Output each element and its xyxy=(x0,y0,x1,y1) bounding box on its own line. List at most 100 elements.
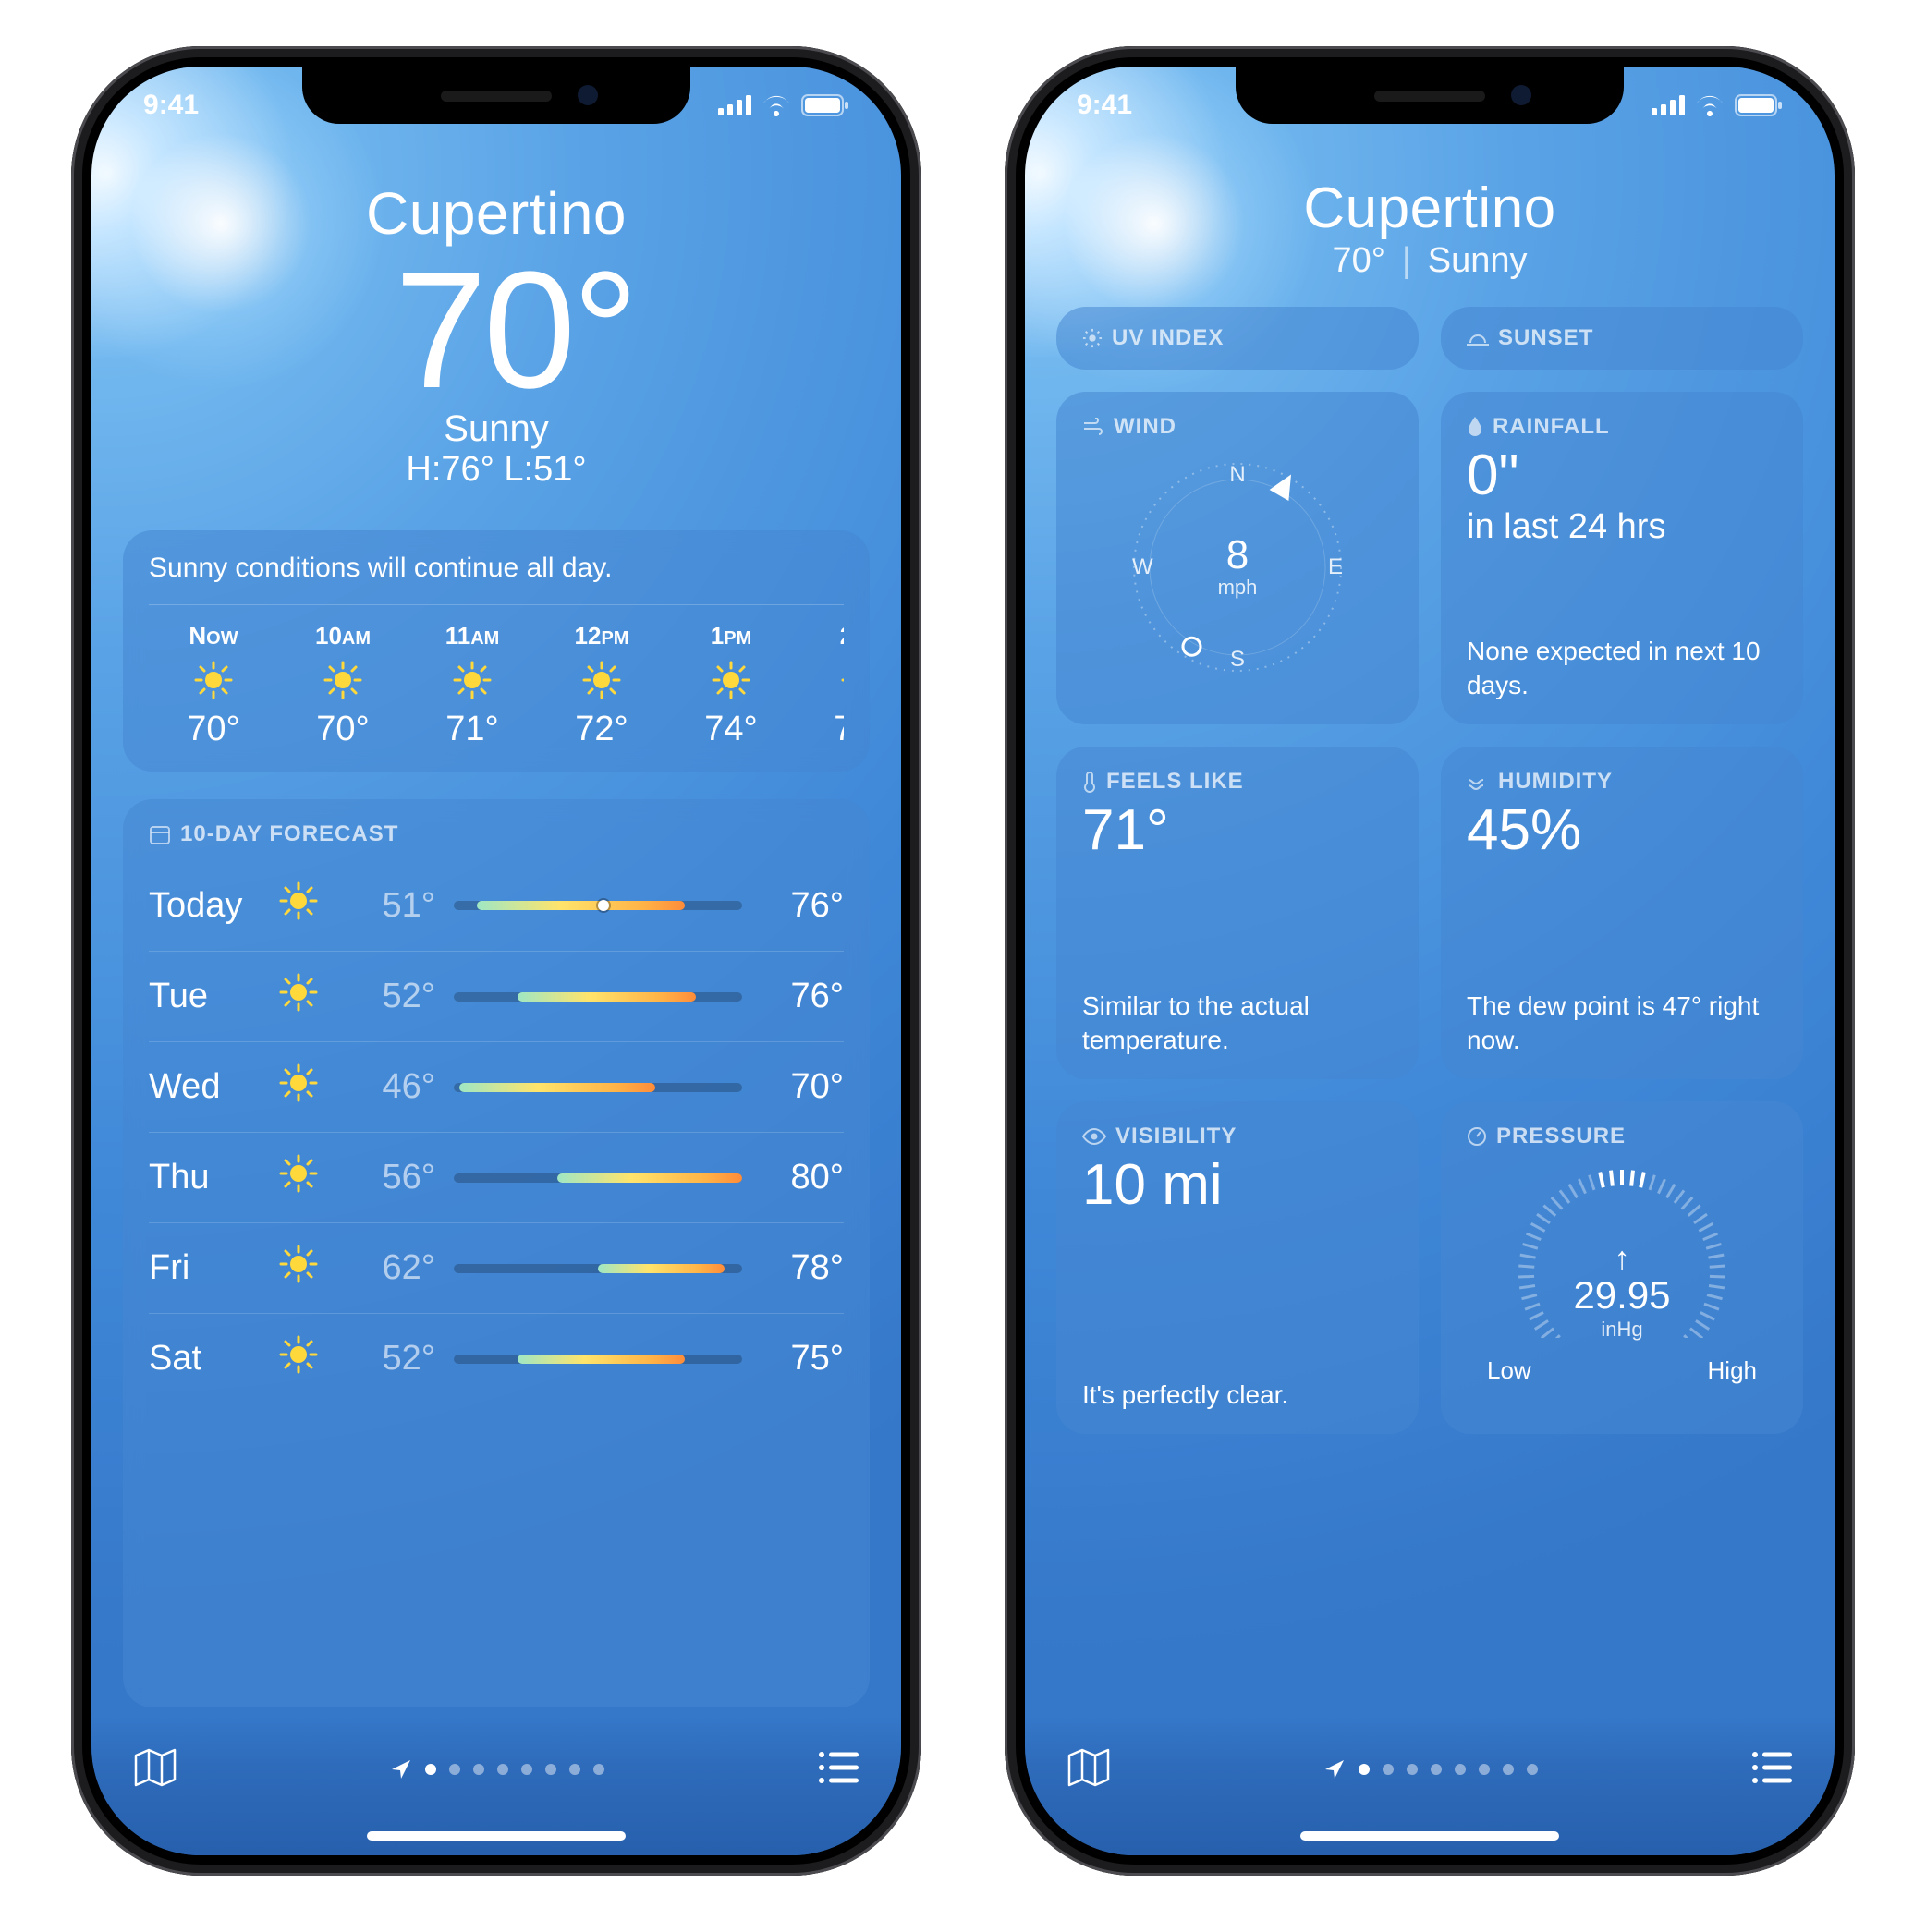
list-icon xyxy=(818,1751,859,1784)
day-condition-icon xyxy=(278,1153,352,1203)
humidity-value: 45% xyxy=(1467,800,1777,860)
hour-label: 2PM xyxy=(840,622,844,650)
hour-label: 12PM xyxy=(575,622,629,650)
sunset-icon xyxy=(1467,328,1489,348)
day-condition-icon xyxy=(278,1063,352,1112)
temp-range-bar xyxy=(454,901,742,910)
weather-screen-main[interactable]: 9:41 Cupertino 70° Sunny H:76° L:51° Sun… xyxy=(91,67,901,1855)
pressure-value: 29.95 xyxy=(1493,1273,1751,1318)
day-name: Thu xyxy=(149,1158,278,1197)
hour-temp: 72° xyxy=(575,710,628,749)
hourly-summary: Sunny conditions will continue all day. xyxy=(149,553,844,605)
battery-icon xyxy=(801,94,849,116)
rainfall-subtitle: in last 24 hrs xyxy=(1467,507,1777,547)
day-row[interactable]: Today 51° 76° xyxy=(149,860,844,951)
list-button[interactable] xyxy=(818,1751,859,1789)
hour-label: 1PM xyxy=(711,622,751,650)
day-low: 56° xyxy=(352,1158,454,1197)
ten-day-label: 10-DAY FORECAST xyxy=(149,821,844,847)
day-row[interactable]: Wed 46° 70° xyxy=(149,1041,844,1132)
hour-item[interactable]: 11AM 71° xyxy=(408,622,537,749)
humidity-note: The dew point is 47° right now. xyxy=(1467,971,1777,1057)
wind-tile[interactable]: WIND N S E W 8 mph xyxy=(1056,392,1419,724)
uv-index-tile[interactable]: UV INDEX xyxy=(1056,307,1419,370)
day-condition-icon xyxy=(278,972,352,1022)
list-icon xyxy=(1751,1751,1792,1784)
temp-range-bar xyxy=(454,1355,742,1364)
day-name: Today xyxy=(149,886,278,926)
phone-frame-left: 9:41 Cupertino 70° Sunny H:76° L:51° Sun… xyxy=(71,46,921,1876)
visibility-note: It's perfectly clear. xyxy=(1082,1360,1393,1412)
day-name: Sat xyxy=(149,1339,278,1379)
hour-item[interactable]: NOW 70° xyxy=(149,622,278,749)
hourly-forecast-module[interactable]: Sunny conditions will continue all day. … xyxy=(123,530,870,772)
current-conditions-header: Cupertino 70° Sunny H:76° L:51° xyxy=(123,179,870,490)
day-name: Wed xyxy=(149,1067,278,1107)
map-icon xyxy=(134,1748,177,1787)
status-indicators xyxy=(718,94,849,116)
location-name: Cupertino xyxy=(1056,176,1803,241)
hour-temp: 70° xyxy=(316,710,369,749)
current-condition: Sunny xyxy=(123,408,870,450)
battery-icon xyxy=(1735,94,1783,116)
gauge-icon xyxy=(1467,1126,1487,1147)
humidity-tile[interactable]: HUMIDITY 45% The dew point is 47° right … xyxy=(1441,747,1803,1079)
day-condition-icon xyxy=(278,881,352,930)
phone-frame-right: 9:41 Cupertino 70° | Sunny xyxy=(1005,46,1855,1876)
wind-icon xyxy=(1082,418,1104,436)
ten-day-forecast-module[interactable]: 10-DAY FORECAST Today 51° 76° Tue 52° 76… xyxy=(123,799,870,1707)
day-name: Tue xyxy=(149,977,278,1016)
page-indicator[interactable] xyxy=(1323,1758,1538,1780)
notch xyxy=(302,67,690,124)
list-button[interactable] xyxy=(1751,1751,1792,1789)
cellular-icon xyxy=(718,95,751,115)
location-arrow-icon xyxy=(390,1758,412,1780)
feels-like-tile[interactable]: FEELS LIKE 71° Similar to the actual tem… xyxy=(1056,747,1419,1079)
status-time: 9:41 xyxy=(143,90,199,121)
day-row[interactable]: Sat 52° 75° xyxy=(149,1313,844,1403)
hour-item[interactable]: 10AM 70° xyxy=(278,622,408,749)
hour-temp: 70° xyxy=(187,710,239,749)
wifi-icon xyxy=(1694,94,1725,116)
day-row[interactable]: Thu 56° 80° xyxy=(149,1132,844,1222)
temp-range-bar xyxy=(454,992,742,1002)
thermometer-icon xyxy=(1082,771,1097,793)
day-high: 76° xyxy=(742,886,844,926)
wifi-icon xyxy=(761,94,792,116)
hour-item[interactable]: 1PM 74° xyxy=(666,622,796,749)
calendar-icon xyxy=(149,823,171,845)
rainfall-note: None expected in next 10 days. xyxy=(1467,616,1777,702)
sunset-tile[interactable]: SUNSET xyxy=(1441,307,1803,370)
rainfall-value: 0" xyxy=(1467,445,1777,505)
status-time: 9:41 xyxy=(1077,90,1132,121)
map-button[interactable] xyxy=(134,1748,177,1792)
home-indicator[interactable] xyxy=(367,1831,626,1841)
pressure-low-label: Low xyxy=(1487,1356,1531,1385)
day-low: 52° xyxy=(352,977,454,1016)
day-row[interactable]: Fri 62° 78° xyxy=(149,1222,844,1313)
wind-unit: mph xyxy=(1218,576,1258,600)
day-low: 52° xyxy=(352,1339,454,1379)
day-high: 78° xyxy=(742,1248,844,1288)
pressure-tile[interactable]: PRESSURE ↑ 29.95 inHg Low xyxy=(1441,1101,1803,1434)
weather-screen-detail[interactable]: 9:41 Cupertino 70° | Sunny xyxy=(1025,67,1835,1855)
visibility-tile[interactable]: VISIBILITY 10 mi It's perfectly clear. xyxy=(1056,1101,1419,1434)
day-name: Fri xyxy=(149,1248,278,1288)
home-indicator[interactable] xyxy=(1300,1831,1559,1841)
day-low: 51° xyxy=(352,886,454,926)
page-indicator[interactable] xyxy=(390,1758,604,1780)
hour-label: NOW xyxy=(189,622,238,650)
rainfall-tile[interactable]: RAINFALL 0" in last 24 hrs None expected… xyxy=(1441,392,1803,724)
current-temperature: 70° xyxy=(160,248,870,414)
pressure-unit: inHg xyxy=(1493,1318,1751,1342)
feels-like-value: 71° xyxy=(1082,800,1393,860)
hour-item[interactable]: 12PM 72° xyxy=(537,622,666,749)
visibility-value: 10 mi xyxy=(1082,1155,1393,1215)
hour-item[interactable]: 2PM 75° xyxy=(796,622,844,749)
compact-condition: Sunny xyxy=(1428,241,1528,281)
hour-temp: 75° xyxy=(834,710,844,749)
day-row[interactable]: Tue 52° 76° xyxy=(149,951,844,1041)
day-high: 75° xyxy=(742,1339,844,1379)
map-button[interactable] xyxy=(1067,1748,1110,1792)
map-icon xyxy=(1067,1748,1110,1787)
